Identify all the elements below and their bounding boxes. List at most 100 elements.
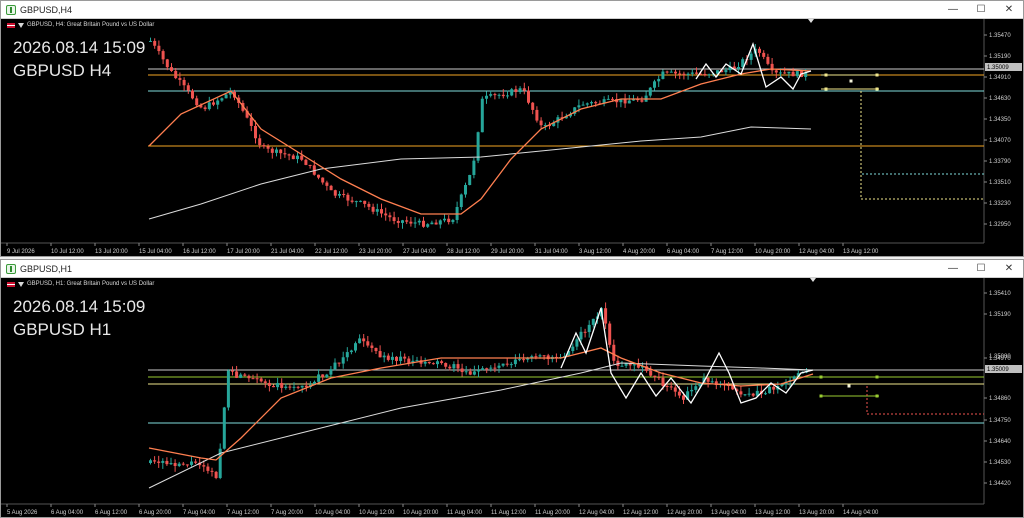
candle-body	[300, 155, 304, 160]
chart-canvas[interactable]: 1.354101.351901.349701.348601.347501.346…	[1, 278, 1023, 518]
candle-body	[239, 374, 243, 378]
candle-body	[795, 71, 799, 77]
time-label: 13 Aug 20:00	[799, 510, 835, 516]
time-label: 14 Aug 04:00	[843, 510, 879, 516]
candle-body	[464, 185, 467, 195]
candle-body	[438, 220, 442, 225]
candle-body	[308, 164, 312, 166]
candle-body	[395, 356, 398, 361]
time-label: 11 Aug 12:00	[491, 510, 527, 516]
time-label: 22 Jul 12:00	[315, 249, 348, 255]
chart-canvas[interactable]: 1.35470 1.35190 1.34910 1.34630 1.34350 1.340…	[1, 19, 1023, 257]
candle-body	[513, 359, 517, 365]
candle-body	[165, 460, 169, 465]
candle-body	[375, 209, 379, 212]
candle-body	[505, 363, 509, 365]
candle-body	[279, 149, 283, 154]
chart-header: GBPUSD, H1: Great Britain Pound vs US Do…	[7, 281, 154, 287]
candle-body	[510, 89, 514, 96]
time-label: 11 Aug 20:00	[535, 510, 571, 516]
chart-window-h4[interactable]: GBPUSD,H4 — ☐ ✕ GBPUSD, H4: Great Britai…	[0, 0, 1024, 257]
candle-body	[606, 98, 610, 100]
candle-body	[170, 67, 173, 71]
candle-body	[440, 361, 444, 364]
candle-body	[506, 95, 509, 97]
candle-body	[447, 218, 451, 223]
dropdown-triangle-icon[interactable]	[18, 22, 24, 28]
price-label: 1.32950	[989, 222, 1011, 228]
candle-body	[779, 72, 782, 74]
candle-body	[272, 385, 275, 388]
chart-header-text: GBPUSD, H4: Great Britain Pound vs US Do…	[27, 22, 155, 28]
candle-body	[283, 153, 287, 155]
gbp-flag-icon	[7, 281, 15, 287]
candle-body	[231, 370, 234, 372]
maximize-button[interactable]: ☐	[967, 1, 995, 18]
minimize-button[interactable]: —	[939, 260, 967, 277]
candle-body	[153, 40, 157, 46]
chart-plot-area[interactable]: GBPUSD, H1: Great Britain Pound vs US Do…	[1, 278, 1023, 518]
candle-body	[575, 339, 579, 347]
candle-body	[604, 308, 608, 324]
candle-body	[388, 215, 392, 218]
candle-body	[427, 361, 431, 364]
window-titlebar[interactable]: GBPUSD,H4 — ☐ ✕	[1, 1, 1023, 19]
candle-body	[531, 102, 535, 110]
window-titlebar[interactable]: GBPUSD,H1 — ☐ ✕	[1, 260, 1023, 278]
dropdown-triangle-icon[interactable]	[18, 281, 24, 287]
candle-body	[527, 90, 530, 103]
candle-body	[535, 109, 539, 121]
candle-body	[678, 73, 682, 75]
candle-body	[350, 200, 354, 202]
time-label: 7 Aug 04:00	[183, 510, 216, 516]
chart-plot-area[interactable]: GBPUSD, H4: Great Britain Pound vs US Do…	[1, 19, 1023, 257]
minimize-button[interactable]: —	[939, 1, 967, 18]
candle-body	[611, 98, 614, 100]
close-button[interactable]: ✕	[995, 1, 1023, 18]
overlay-symbol: GBPUSD H4	[13, 61, 112, 80]
candle-body	[612, 344, 616, 361]
candle-body	[426, 224, 430, 227]
candle-body	[243, 374, 247, 376]
maximize-button[interactable]: ☐	[967, 260, 995, 277]
chart-header: GBPUSD, H4: Great Britain Pound vs US Do…	[7, 22, 154, 28]
candle-body	[780, 384, 784, 386]
window-title: GBPUSD,H1	[20, 263, 73, 274]
candle-body	[296, 155, 299, 160]
overlay-datetime: 2026.08.14 15:09	[13, 38, 146, 57]
projection-marker	[824, 73, 828, 77]
candle-body	[296, 386, 300, 388]
candle-body	[640, 100, 644, 102]
candle-body	[202, 465, 206, 467]
candle-body	[181, 463, 185, 465]
candle-body	[325, 374, 329, 378]
chart-shift-marker	[808, 19, 814, 23]
candle-body	[430, 222, 434, 225]
chart-window-h1[interactable]: GBPUSD,H1 — ☐ ✕ GBPUSD, H1: Great Britai…	[0, 259, 1024, 518]
time-label: 12 Aug 12:00	[623, 510, 659, 516]
time-label: 7 Aug 12:00	[711, 249, 744, 255]
candle-body	[497, 365, 501, 368]
candle-body	[518, 88, 522, 92]
candle-body	[280, 382, 284, 388]
candle-body	[363, 200, 367, 204]
time-label: 11 Aug 04:00	[447, 510, 483, 516]
price-label: 1.35410	[989, 291, 1011, 297]
candle-body	[367, 203, 371, 207]
candle-body	[587, 324, 591, 333]
time-label: 10 Aug 12:00	[359, 510, 395, 516]
candle-body	[174, 70, 178, 79]
time-label: 13 Jul 20:00	[95, 249, 128, 255]
candle-body	[690, 389, 694, 392]
candle-body	[415, 360, 419, 362]
time-label: 21 Jul 04:00	[271, 249, 304, 255]
candle-body	[317, 374, 321, 382]
candle-body	[476, 132, 480, 161]
candle-body	[270, 148, 274, 153]
current-price-label: 1.35009	[987, 65, 1009, 71]
candle-body	[590, 102, 593, 104]
candle-body	[485, 368, 489, 370]
close-button[interactable]: ✕	[995, 260, 1023, 277]
chart-header-text: GBPUSD, H1: Great Britain Pound vs US Do…	[27, 281, 155, 287]
candle-body	[682, 395, 685, 400]
